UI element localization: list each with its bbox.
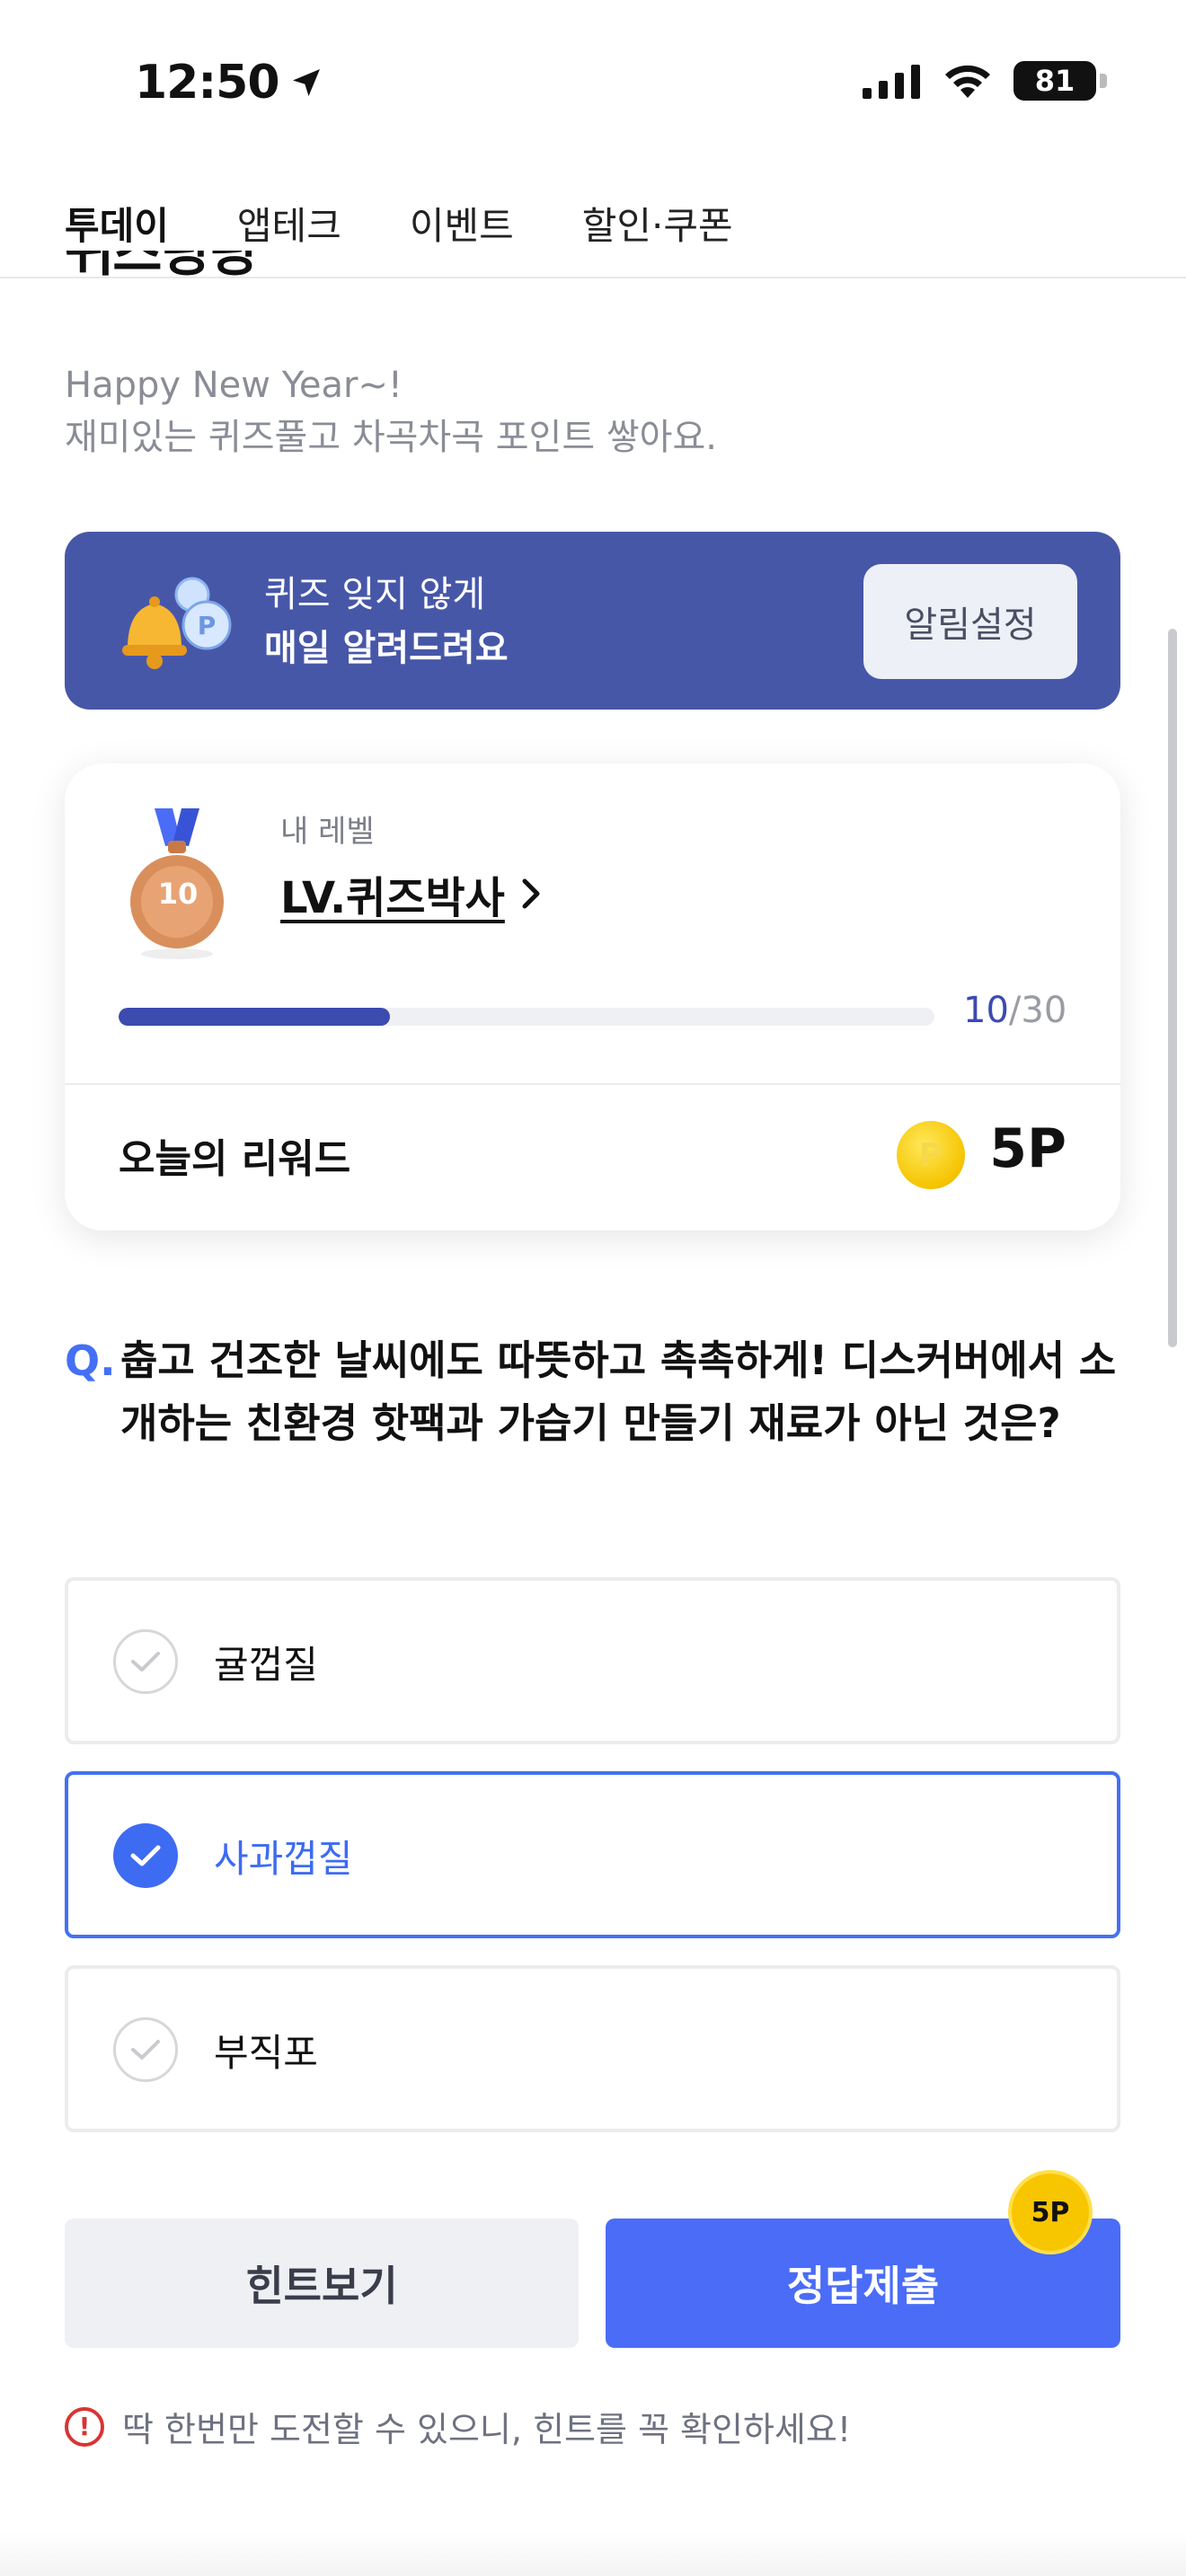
- progress-total: /30: [1008, 990, 1067, 1031]
- level-link[interactable]: LV.퀴즈박사: [280, 862, 543, 925]
- bottom-edge: [0, 2533, 1186, 2576]
- medal-number: 10: [157, 877, 199, 911]
- tab-events[interactable]: 이벤트: [410, 196, 514, 251]
- answer-option-1[interactable]: 귤껍질: [65, 1577, 1120, 1744]
- level-progress-fill: [119, 1008, 391, 1026]
- battery-indicator: 81: [1013, 61, 1107, 101]
- battery-level: 81: [1034, 64, 1075, 98]
- reward-badge: 5P: [1008, 2170, 1093, 2254]
- option-check-icon: [113, 1629, 178, 1694]
- reward-label: 오늘의 리워드: [119, 1136, 351, 1182]
- status-time-text: 12:50: [135, 56, 280, 110]
- status-time: 12:50: [135, 56, 324, 110]
- card-divider: [65, 1083, 1120, 1085]
- tab-divider: [0, 277, 1186, 278]
- reward-value: 5P: [989, 1117, 1067, 1180]
- option-label: 사과껍질: [214, 1837, 353, 1881]
- level-progress-label: 10/30: [963, 990, 1067, 1031]
- tab-discount-coupon[interactable]: 할인·쿠폰: [582, 196, 733, 251]
- wifi-icon: [945, 65, 990, 98]
- hint-button[interactable]: 힌트보기: [65, 2219, 579, 2348]
- answer-option-3[interactable]: 부직포: [65, 1965, 1120, 2132]
- option-label: 부직포: [214, 2031, 318, 2075]
- banner-text: 퀴즈 잊지 않게 매일 알려드려요: [264, 568, 509, 675]
- signal-icon: [863, 65, 920, 99]
- answer-option-2[interactable]: 사과껍질: [65, 1771, 1120, 1938]
- level-caption: 내 레벨: [280, 814, 375, 850]
- subtitle-line-1: Happy New Year~!: [65, 365, 403, 406]
- coin-letter: P: [918, 1136, 943, 1174]
- level-name: LV.퀴즈박사: [280, 873, 505, 923]
- tab-today[interactable]: 투데이: [65, 196, 169, 251]
- level-card: 10 내 레벨 LV.퀴즈박사 10/30 오늘의 리워드 P 5P: [65, 763, 1120, 1231]
- notification-settings-button[interactable]: 알림설정: [863, 564, 1077, 679]
- progress-current: 10: [963, 990, 1009, 1031]
- status-icons: 81: [863, 61, 1107, 101]
- chevron-right-icon: [522, 878, 540, 909]
- location-arrow-icon: [292, 69, 320, 96]
- header-subtitle: Happy New Year~! 재미있는 퀴즈풀고 차곡차곡 포인트 쌓아요.: [65, 359, 717, 463]
- bell-coins-icon: P: [122, 577, 232, 669]
- scrollbar[interactable]: [1168, 629, 1177, 1347]
- option-label: 귤껍질: [214, 1643, 318, 1687]
- notification-banner: P 퀴즈 잊지 않게 매일 알려드려요 알림설정: [65, 532, 1120, 710]
- banner-line-1: 퀴즈 잊지 않게: [264, 574, 486, 615]
- question-text: 춥고 건조한 날씨에도 따뜻하고 촉촉하게! 디스커버에서 소개하는 친환경 핫…: [120, 1337, 1117, 1447]
- svg-text:P: P: [198, 611, 217, 640]
- coin-icon: P: [897, 1121, 965, 1189]
- top-tabs: 투데이 앱테크 이벤트 할인·쿠폰: [65, 196, 751, 251]
- banner-line-2: 매일 알려드려요: [264, 628, 509, 669]
- subtitle-line-2: 재미있는 퀴즈풀고 차곡차곡 포인트 쌓아요.: [65, 417, 717, 458]
- tab-apptech[interactable]: 앱테크: [237, 196, 341, 251]
- alert-icon: !: [65, 2406, 104, 2447]
- question-mark: Q.: [65, 1337, 116, 1385]
- option-check-icon: [113, 2017, 178, 2082]
- warning-text: 딱 한번만 도전할 수 있으니, 힌트를 꼭 확인하세요!: [122, 2410, 852, 2449]
- warning-notice: ! 딱 한번만 도전할 수 있으니, 힌트를 꼭 확인하세요!: [65, 2402, 851, 2451]
- level-progress-bar: [119, 1008, 934, 1026]
- option-checked-icon: [113, 1823, 178, 1888]
